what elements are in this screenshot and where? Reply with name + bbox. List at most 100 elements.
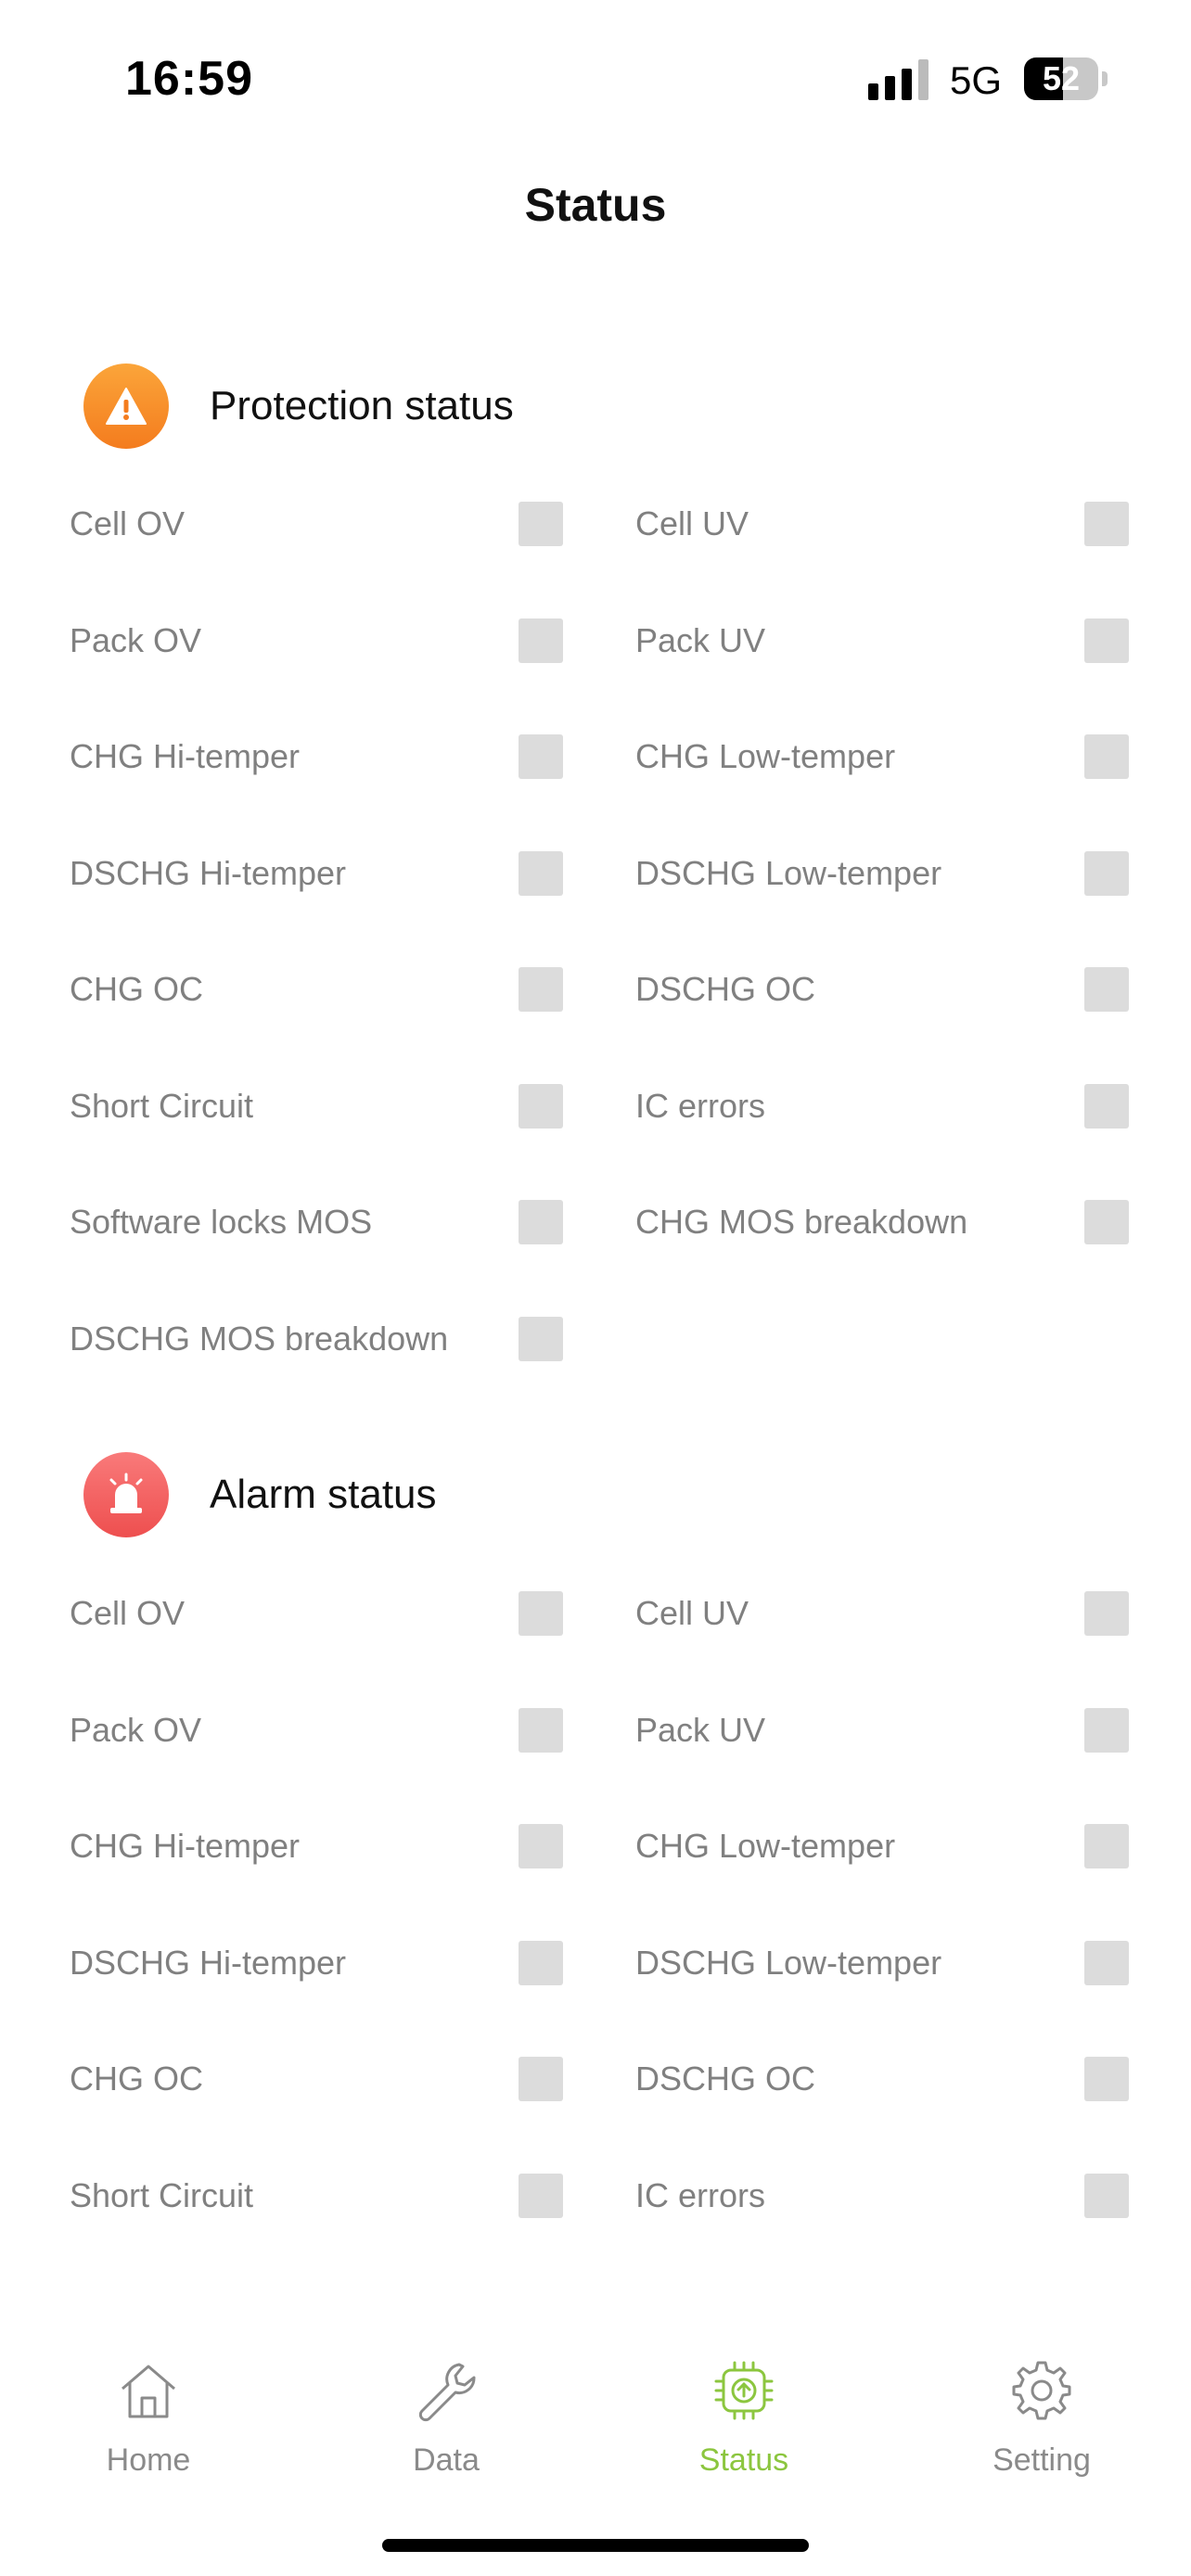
tab-home-label: Home	[106, 2442, 191, 2478]
alarm-status-item: Cell OV	[70, 1576, 634, 1651]
alarm-status-indicator	[519, 2173, 563, 2218]
alarm-status-indicator	[519, 1591, 563, 1636]
protection-status-item-label: Short Circuit	[70, 1086, 254, 1125]
protection-status-item-label: CHG OC	[70, 970, 203, 1008]
protection-status-indicator	[1084, 967, 1129, 1012]
protection-status-item: IC errors	[635, 1069, 1191, 1143]
status-time: 16:59	[125, 52, 253, 106]
protection-status-item: DSCHG MOS breakdown	[70, 1302, 634, 1376]
alarm-status-indicator	[1084, 2173, 1129, 2218]
tab-status[interactable]: Status	[651, 2346, 837, 2494]
warning-icon	[83, 363, 169, 449]
protection-status-item-label: DSCHG MOS breakdown	[70, 1319, 449, 1358]
wrench-icon	[418, 2363, 476, 2422]
protection-status-indicator	[519, 967, 563, 1012]
protection-status-indicator	[519, 1316, 563, 1361]
protection-status-item-label: Pack OV	[70, 620, 202, 659]
chip-upload-icon	[714, 2361, 774, 2420]
gear-icon	[1012, 2361, 1071, 2420]
alarm-status-item-label: CHG OC	[70, 2060, 203, 2098]
protection-status-indicator	[519, 850, 563, 896]
alarm-status-item-label: Cell UV	[635, 1594, 749, 1632]
protection-status-item: CHG MOS breakdown	[635, 1185, 1191, 1259]
alarm-section-title: Alarm status	[210, 1472, 437, 1517]
alarm-status-indicator	[1084, 1940, 1129, 1985]
protection-status-item: Pack OV	[70, 604, 634, 678]
home-indicator	[382, 2539, 809, 2552]
protection-status-indicator	[519, 734, 563, 779]
protection-section-header: Protection status	[83, 363, 514, 449]
alarm-status-item: Short Circuit	[70, 2159, 634, 2233]
protection-status-indicator	[519, 502, 563, 546]
alarm-status-item: Cell UV	[635, 1576, 1191, 1651]
alarm-status-item-label: CHG Hi-temper	[70, 1827, 301, 1865]
alarm-status-item: Pack OV	[70, 1693, 634, 1767]
protection-status-indicator	[1084, 502, 1129, 546]
alarm-status-item: DSCHG Low-temper	[635, 1926, 1191, 2000]
protection-status-item-label: Software locks MOS	[70, 1203, 373, 1241]
protection-status-item: DSCHG Low-temper	[635, 836, 1191, 911]
alarm-status-indicator	[1084, 2057, 1129, 2101]
protection-status-indicator	[1084, 734, 1129, 779]
protection-status-item-label: DSCHG OC	[635, 970, 816, 1008]
protection-status-item-label: Pack UV	[635, 620, 766, 659]
alarm-status-item-label: DSCHG OC	[635, 2060, 816, 2098]
alarm-status-indicator	[1084, 1591, 1129, 1636]
protection-status-item-label: DSCHG Hi-temper	[70, 853, 347, 892]
alarm-status-indicator	[1084, 1707, 1129, 1753]
tab-data-label: Data	[413, 2442, 480, 2478]
protection-section-title: Protection status	[210, 383, 514, 428]
protection-status-item-label: Cell OV	[70, 504, 186, 542]
network-type: 5G	[950, 58, 1003, 102]
tab-setting-label: Setting	[992, 2442, 1091, 2478]
protection-status-item-label: CHG Low-temper	[635, 737, 896, 775]
alarm-status-indicator	[519, 1940, 563, 1985]
protection-status-indicator	[519, 618, 563, 663]
protection-status-item: DSCHG OC	[635, 952, 1191, 1027]
alarm-status-item-label: Pack OV	[70, 1710, 202, 1749]
alarm-status-indicator	[519, 2057, 563, 2101]
protection-status-item: Short Circuit	[70, 1069, 634, 1143]
protection-status-item: DSCHG Hi-temper	[70, 836, 634, 911]
alarm-section-header: Alarm status	[83, 1452, 437, 1537]
protection-status-item-label: CHG Hi-temper	[70, 737, 301, 775]
protection-status-item: Software locks MOS	[70, 1185, 634, 1259]
tab-status-label: Status	[698, 2442, 789, 2478]
alarm-status-item-label: IC errors	[635, 2175, 766, 2214]
status-bar: 16:59 5G 52	[0, 0, 1191, 139]
alarm-status-item: DSCHG OC	[635, 2042, 1191, 2116]
alarm-status-item-label: CHG Low-temper	[635, 1827, 896, 1865]
alarm-status-item-label: Short Circuit	[70, 2175, 254, 2214]
protection-status-item: Pack UV	[635, 604, 1191, 678]
tab-setting[interactable]: Setting	[949, 2346, 1134, 2494]
tab-data[interactable]: Data	[353, 2346, 539, 2494]
battery-percent: 52	[1042, 59, 1081, 97]
alarm-siren-icon	[83, 1452, 169, 1537]
page-title: Status	[524, 179, 667, 231]
protection-status-indicator	[1084, 618, 1129, 663]
protection-status-item-label: CHG MOS breakdown	[635, 1203, 968, 1241]
home-icon	[122, 2365, 175, 2418]
alarm-status-item: CHG Low-temper	[635, 1809, 1191, 1883]
protection-status-item: CHG Hi-temper	[70, 720, 634, 794]
alarm-status-item: CHG Hi-temper	[70, 1809, 634, 1883]
protection-status-item-label: Cell UV	[635, 504, 749, 542]
cellular-signal-icon	[868, 57, 929, 100]
protection-status-item-label: DSCHG Low-temper	[635, 853, 942, 892]
protection-status-item: CHG Low-temper	[635, 720, 1191, 794]
alarm-status-item-label: Cell OV	[70, 1594, 186, 1632]
protection-status-item: Cell OV	[70, 487, 634, 561]
alarm-status-item: DSCHG Hi-temper	[70, 1926, 634, 2000]
alarm-status-item: IC errors	[635, 2159, 1191, 2233]
protection-status-indicator	[1084, 1200, 1129, 1244]
tab-bar: Home Data Status Setting	[0, 2346, 1191, 2494]
protection-status-indicator	[1084, 1083, 1129, 1129]
alarm-status-indicator	[519, 1824, 563, 1868]
alarm-status-item: Pack UV	[635, 1693, 1191, 1767]
alarm-status-item-label: DSCHG Low-temper	[635, 1943, 942, 1982]
protection-status-indicator	[1084, 850, 1129, 896]
protection-status-indicator	[519, 1083, 563, 1129]
battery-tip	[1102, 71, 1108, 86]
tab-home[interactable]: Home	[56, 2346, 241, 2494]
protection-status-item-label: IC errors	[635, 1086, 766, 1125]
